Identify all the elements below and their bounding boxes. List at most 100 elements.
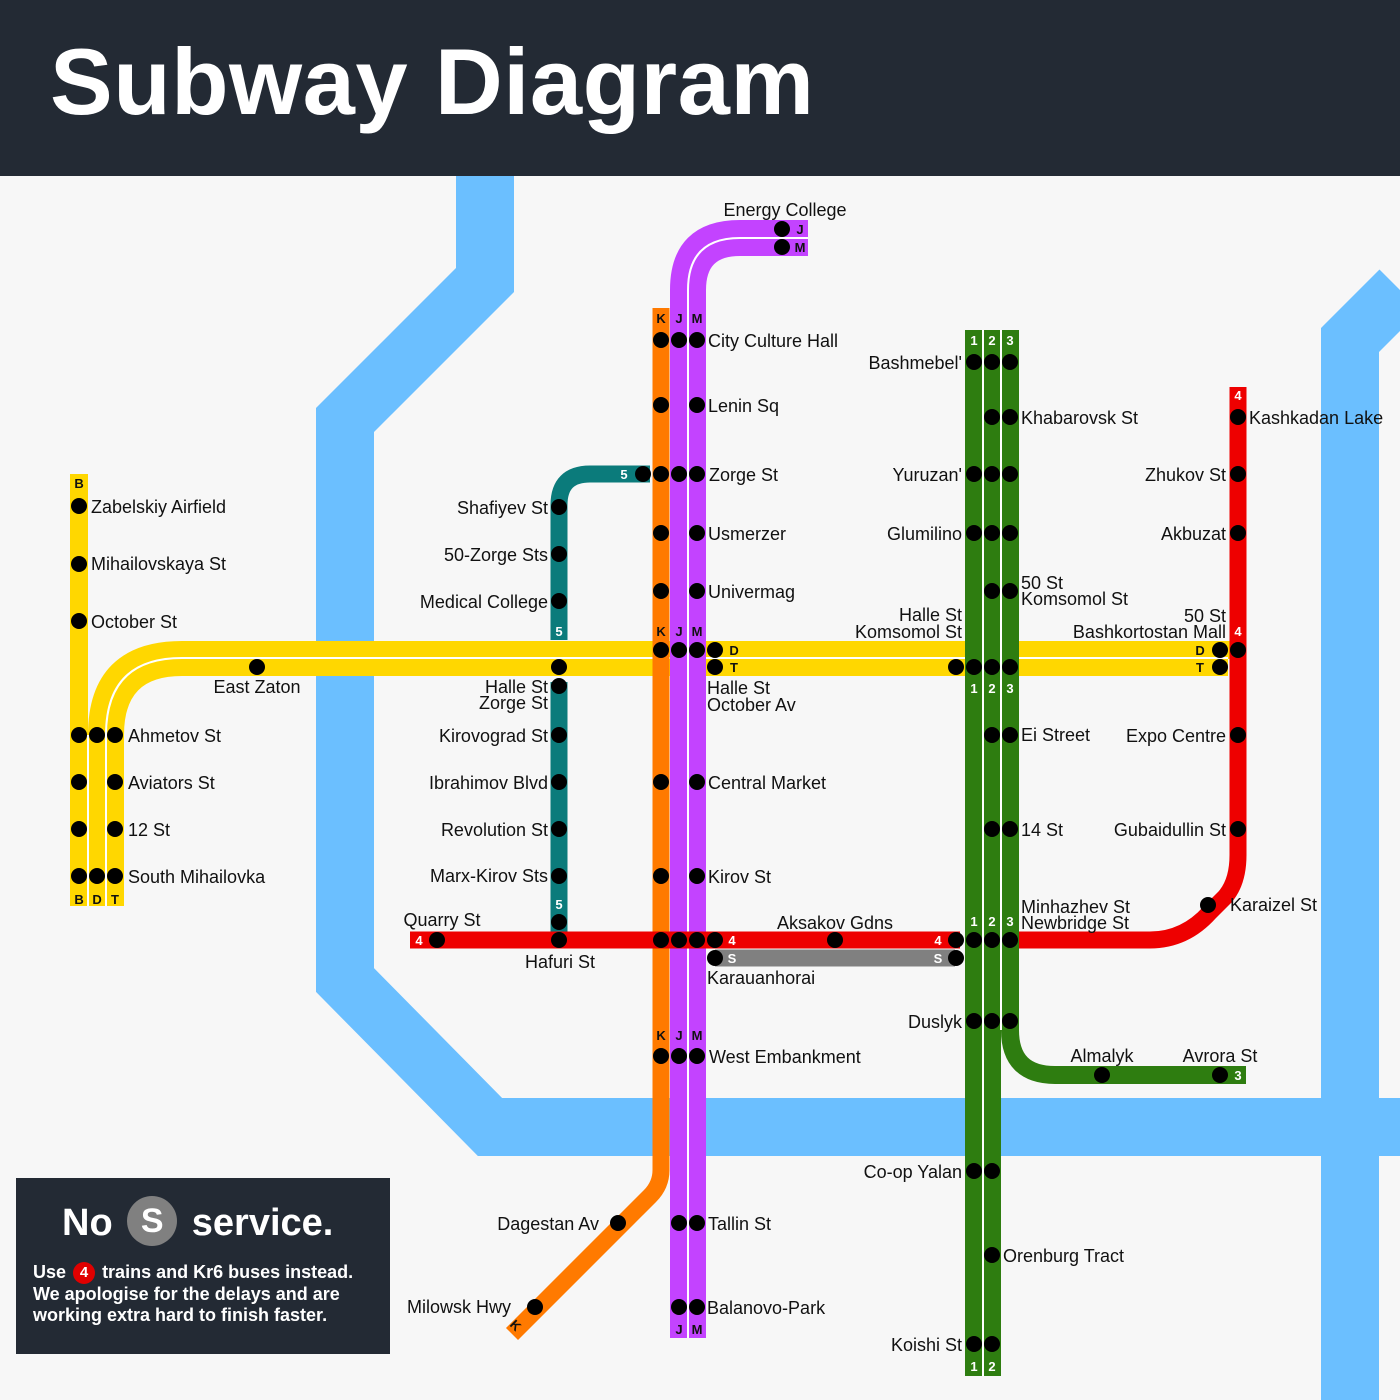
station-dot (1212, 659, 1228, 675)
svg-text:J: J (675, 1028, 682, 1043)
station-dot (653, 397, 669, 413)
route-badge: J (675, 311, 682, 326)
station-dot (984, 409, 1000, 425)
station-dot (551, 678, 567, 694)
station-dot (429, 932, 445, 948)
route-badge: 4 (728, 933, 736, 948)
station-dot (671, 642, 687, 658)
station-dot (1002, 409, 1018, 425)
station-dot (689, 332, 705, 348)
station-label-karaizel-st: Karaizel St (1230, 895, 1317, 915)
station-dot (71, 821, 87, 837)
station-dot (966, 1163, 982, 1179)
notice-body: Use 4 trains and Kr6 buses instead. We a… (33, 1262, 383, 1326)
station-label-orenburg-tract: Orenburg Tract (1003, 1246, 1124, 1266)
station-dot (948, 932, 964, 948)
station-label-aviators-st: Aviators St (128, 773, 215, 793)
station-dot (1230, 525, 1246, 541)
svg-text:B: B (74, 476, 83, 491)
station-label-mihailovskaya-st: Mihailovskaya St (91, 554, 226, 574)
station-label-halle-komsomol-2: Komsomol St (855, 622, 962, 642)
station-label-ahmetov-st: Ahmetov St (128, 726, 221, 746)
station-label-expo-centre: Expo Centre (1126, 726, 1226, 746)
svg-text:T: T (111, 892, 119, 907)
station-dot (948, 950, 964, 966)
svg-text:3: 3 (1006, 333, 1013, 348)
station-dot (107, 727, 123, 743)
station-dot (1002, 525, 1018, 541)
station-dot (966, 525, 982, 541)
station-label-50-bashkortostan-2: Bashkortostan Mall (1073, 622, 1226, 642)
station-dot (1212, 1067, 1228, 1083)
station-label-bashmebel: Bashmebel' (869, 353, 963, 373)
station-label-balanovo-park: Balanovo-Park (707, 1298, 826, 1318)
station-label-univermag: Univermag (708, 582, 795, 602)
station-dot (653, 583, 669, 599)
station-dot (671, 466, 687, 482)
station-dot (689, 774, 705, 790)
station-dot (984, 466, 1000, 482)
station-dot (689, 583, 705, 599)
notice-line1-a: Use (33, 1262, 67, 1282)
station-dot (1002, 932, 1018, 948)
station-dot (653, 642, 669, 658)
station-dot (89, 868, 105, 884)
station-label-october-st: October St (91, 612, 177, 632)
station-dot (671, 1048, 687, 1064)
station-dot (671, 932, 687, 948)
route-badge: M (692, 1322, 703, 1337)
station-label-revolution-st: Revolution St (441, 820, 548, 840)
notice-line3: working extra hard to finish faster. (33, 1305, 328, 1326)
station-label-coop-yalan: Co-op Yalan (864, 1162, 962, 1182)
station-label-halle-zorge-2: Zorge St (479, 693, 548, 713)
svg-text:2: 2 (988, 681, 995, 696)
svg-text:M: M (692, 1028, 703, 1043)
station-dot (948, 659, 964, 675)
station-label-central-market: Central Market (708, 773, 826, 793)
station-label-ei-street: Ei Street (1021, 725, 1090, 745)
svg-text:J: J (796, 222, 803, 237)
svg-text:4: 4 (1234, 624, 1242, 639)
svg-text:4: 4 (934, 933, 942, 948)
station-label-minhazhev-2: Newbridge St (1021, 913, 1129, 933)
svg-text:3: 3 (1234, 1068, 1241, 1083)
svg-text:1: 1 (970, 1359, 977, 1374)
route-badge: K (656, 1028, 666, 1043)
route-badge: J (675, 624, 682, 639)
station-label-zabelskiy-airfield: Zabelskiy Airfield (91, 497, 226, 517)
station-dot (71, 613, 87, 629)
station-dot (984, 1336, 1000, 1352)
station-dot (984, 821, 1000, 837)
station-label-quarry-st: Quarry St (403, 910, 480, 930)
station-label-gubaidullin-st: Gubaidullin St (1114, 820, 1226, 840)
route-badge: B (74, 892, 83, 907)
route-badge: 3 (1006, 914, 1013, 929)
route-badge: 3 (1006, 333, 1013, 348)
service-notice: No S service. Use 4 trains and Kr6 buses… (16, 1178, 390, 1354)
route-badge: 3 (1006, 681, 1013, 696)
station-dot (707, 642, 723, 658)
station-label-khabarovsk-st: Khabarovsk St (1021, 408, 1138, 428)
route-badge: K (656, 311, 666, 326)
station-label-usmerzer: Usmerzer (708, 524, 786, 544)
route-badge: J (675, 1322, 682, 1337)
station-label-aksakov-gdns: Aksakov Gdns (777, 913, 893, 933)
svg-text:2: 2 (988, 1359, 995, 1374)
station-dot (653, 932, 669, 948)
route-badge: D (1195, 643, 1204, 658)
route-badge: 2 (988, 333, 995, 348)
station-dot (966, 1336, 982, 1352)
route-badge: J (675, 1028, 682, 1043)
station-dot (71, 556, 87, 572)
station-dot (653, 774, 669, 790)
station-dot (966, 659, 982, 675)
route-badge: M (692, 311, 703, 326)
station-label-marx-kirov-sts: Marx-Kirov Sts (430, 866, 548, 886)
station-label-yuruzan: Yuruzan' (893, 465, 963, 485)
station-dot (249, 659, 265, 675)
station-dot (551, 659, 567, 675)
svg-text:J: J (675, 624, 682, 639)
station-label-14-st: 14 St (1021, 820, 1063, 840)
station-label-kirov-st: Kirov St (708, 867, 771, 887)
station-dot (984, 525, 1000, 541)
